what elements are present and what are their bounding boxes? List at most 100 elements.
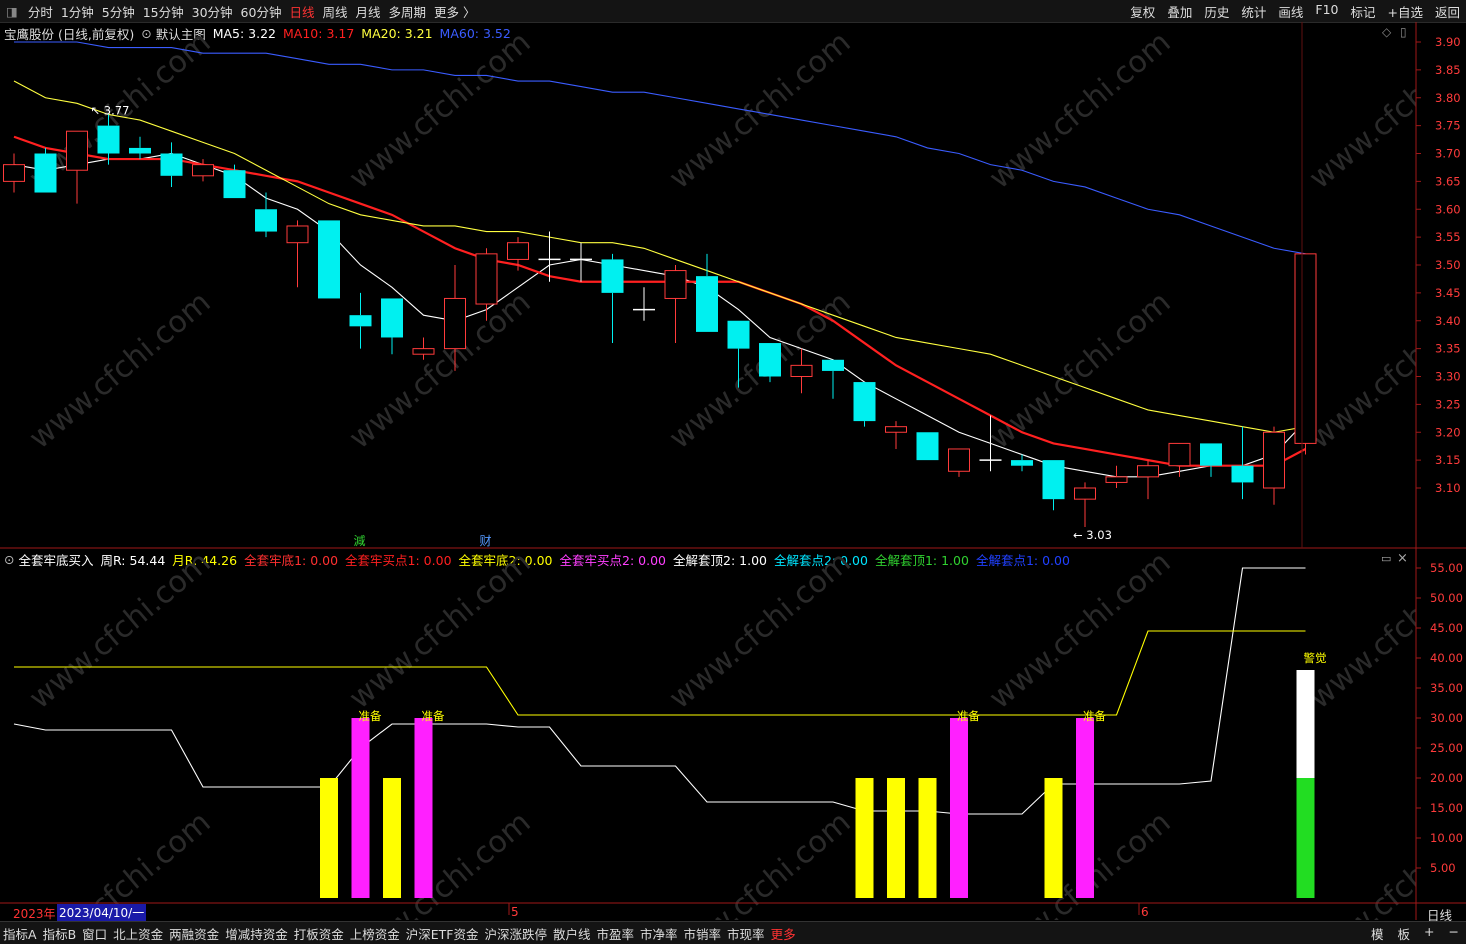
candle [633,287,655,321]
indicator-tick-label: 45.00 [1430,621,1463,635]
candle-body-up [3,164,25,182]
candle-body-up [507,242,529,260]
indicator-tab-8[interactable]: 沪深ETF资金 [403,924,482,943]
stock-title: 宝鹰股份 (日线,前复权) [4,27,135,42]
candle [66,130,88,204]
period-tab-8[interactable]: 月线 [351,2,384,21]
indicator-tab-13[interactable]: 市销率 [681,924,725,943]
main-template-label[interactable]: 默认主图 [156,24,206,43]
ma-legend-item: MA5: 3.22 [212,26,277,41]
action-button-6[interactable]: 标记 [1344,2,1381,21]
signal-bar [383,778,401,898]
signal-bar [414,718,433,898]
signal-bar-label: 准备 [957,709,980,723]
indicator-tab-4[interactable]: 两融资金 [166,924,222,943]
candle [97,114,120,165]
action-button-3[interactable]: 统计 [1235,2,1272,21]
candle-body-up [1294,253,1317,444]
indicator-tab-11[interactable]: 市盈率 [594,924,638,943]
price-tick-label: 3.20 [1435,425,1461,439]
chart-settings-icon[interactable]: ⊙ [141,26,151,41]
indicator-legend-item: 全解套顶2: 1.00 [673,553,767,568]
price-tick-label: 3.60 [1435,202,1461,216]
indicator-tab-0[interactable]: 指标A [0,924,40,943]
candle [570,242,592,282]
action-button-8[interactable]: 返回 [1429,2,1466,21]
period-tab-6[interactable]: 日线 [285,2,318,21]
period-tab-0[interactable]: 分时 [24,2,57,21]
indicator-tick-label: 15.00 [1430,801,1463,815]
candle-body-down [318,220,340,299]
candle [1231,426,1254,500]
period-tab-1[interactable]: 1分钟 [57,2,98,21]
candle-body-down [853,382,876,422]
candle-body-down [349,315,372,327]
indicator-tab-14[interactable]: 市现率 [724,924,768,943]
candle [664,265,687,344]
indicator-tab-1[interactable]: 指标B [40,924,80,943]
bottom-control-2[interactable]: + [1417,924,1441,943]
period-tab-3[interactable]: 15分钟 [139,2,188,21]
period-tab-10[interactable]: 更多 〉 [430,2,479,21]
candle-body-down [916,432,939,461]
action-button-1[interactable]: 叠加 [1161,2,1198,21]
period-tab-9[interactable]: 多周期 [385,2,431,21]
candle [538,231,561,282]
indicator-settings-icon[interactable]: ⊙ [4,552,14,567]
period-tab-4[interactable]: 30分钟 [188,2,237,21]
indicator-tab-2[interactable]: 窗口 [79,924,110,943]
indicator-tab-3[interactable]: 北上资金 [110,924,166,943]
indicator-tab-15[interactable]: 更多 [768,924,799,943]
indicator-tab-6[interactable]: 打板资金 [291,924,347,943]
signal-bar-label: 准备 [1083,709,1106,723]
indicator-legend-item: 全解套点1: 0.00 [975,553,1070,568]
warning-bar-label: 警觉 [1304,651,1327,665]
toolbar-menu-icon[interactable]: ◨ [0,4,24,19]
candle-body-up [1105,476,1128,483]
indicator-legend-item: 全套牢底买入 [18,553,94,568]
bottom-control-0[interactable]: 模 [1364,924,1391,943]
period-tab-5[interactable]: 60分钟 [237,2,286,21]
candle [1263,426,1285,505]
watermark [0,22,1416,920]
bottom-control-3[interactable]: − [1442,924,1466,943]
candle [507,237,529,271]
indicator-tab-9[interactable]: 沪深涨跌停 [481,924,550,943]
action-button-2[interactable]: 历史 [1198,2,1235,21]
action-button-5[interactable]: F10 [1309,2,1344,21]
indicator-legend-item: 全解套点2: 0.00 [773,553,868,568]
price-tick-label: 3.40 [1435,314,1461,328]
price-tick-label: 3.35 [1435,342,1461,356]
bottom-control-1[interactable]: 板 [1391,924,1418,943]
ma-legend-item: MA10: 3.17 [283,26,355,41]
warning-bar-green [1296,778,1315,898]
indicator-tab-10[interactable]: 散户线 [550,924,594,943]
indicator-tab-12[interactable]: 市净率 [637,924,681,943]
candle [349,292,372,349]
indicator-tab-7[interactable]: 上榜资金 [347,924,403,943]
candle-body-down [34,153,57,193]
cursor-date: 2023/04/10/一 [57,904,147,921]
action-button-4[interactable]: 画线 [1272,2,1309,21]
indicator-legend-item: 全套牢底2: 0.00 [458,553,553,568]
signal-bar-label: 准备 [359,709,382,723]
candle [1137,460,1159,500]
price-tick-label: 3.55 [1435,230,1461,244]
price-extreme-label: ↖ 3.77 [91,103,130,117]
signal-bar [320,778,338,898]
candle-body-up [1137,465,1159,478]
action-button-0[interactable]: 复权 [1124,2,1161,21]
action-button-7[interactable]: +自选 [1382,2,1429,21]
candle [381,298,403,355]
candle-body-up [885,426,907,433]
candle [853,382,876,427]
year-label: 2023年 [13,907,56,921]
indicator-tab-5[interactable]: 增减持资金 [222,924,291,943]
price-tick-label: 3.85 [1435,63,1461,77]
candle-body-up [948,448,970,472]
event-marker: 财 [480,534,492,548]
candle [444,265,466,371]
period-tab-2[interactable]: 5分钟 [98,2,139,21]
price-tick-label: 3.25 [1435,397,1461,411]
period-tab-7[interactable]: 周线 [318,2,351,21]
